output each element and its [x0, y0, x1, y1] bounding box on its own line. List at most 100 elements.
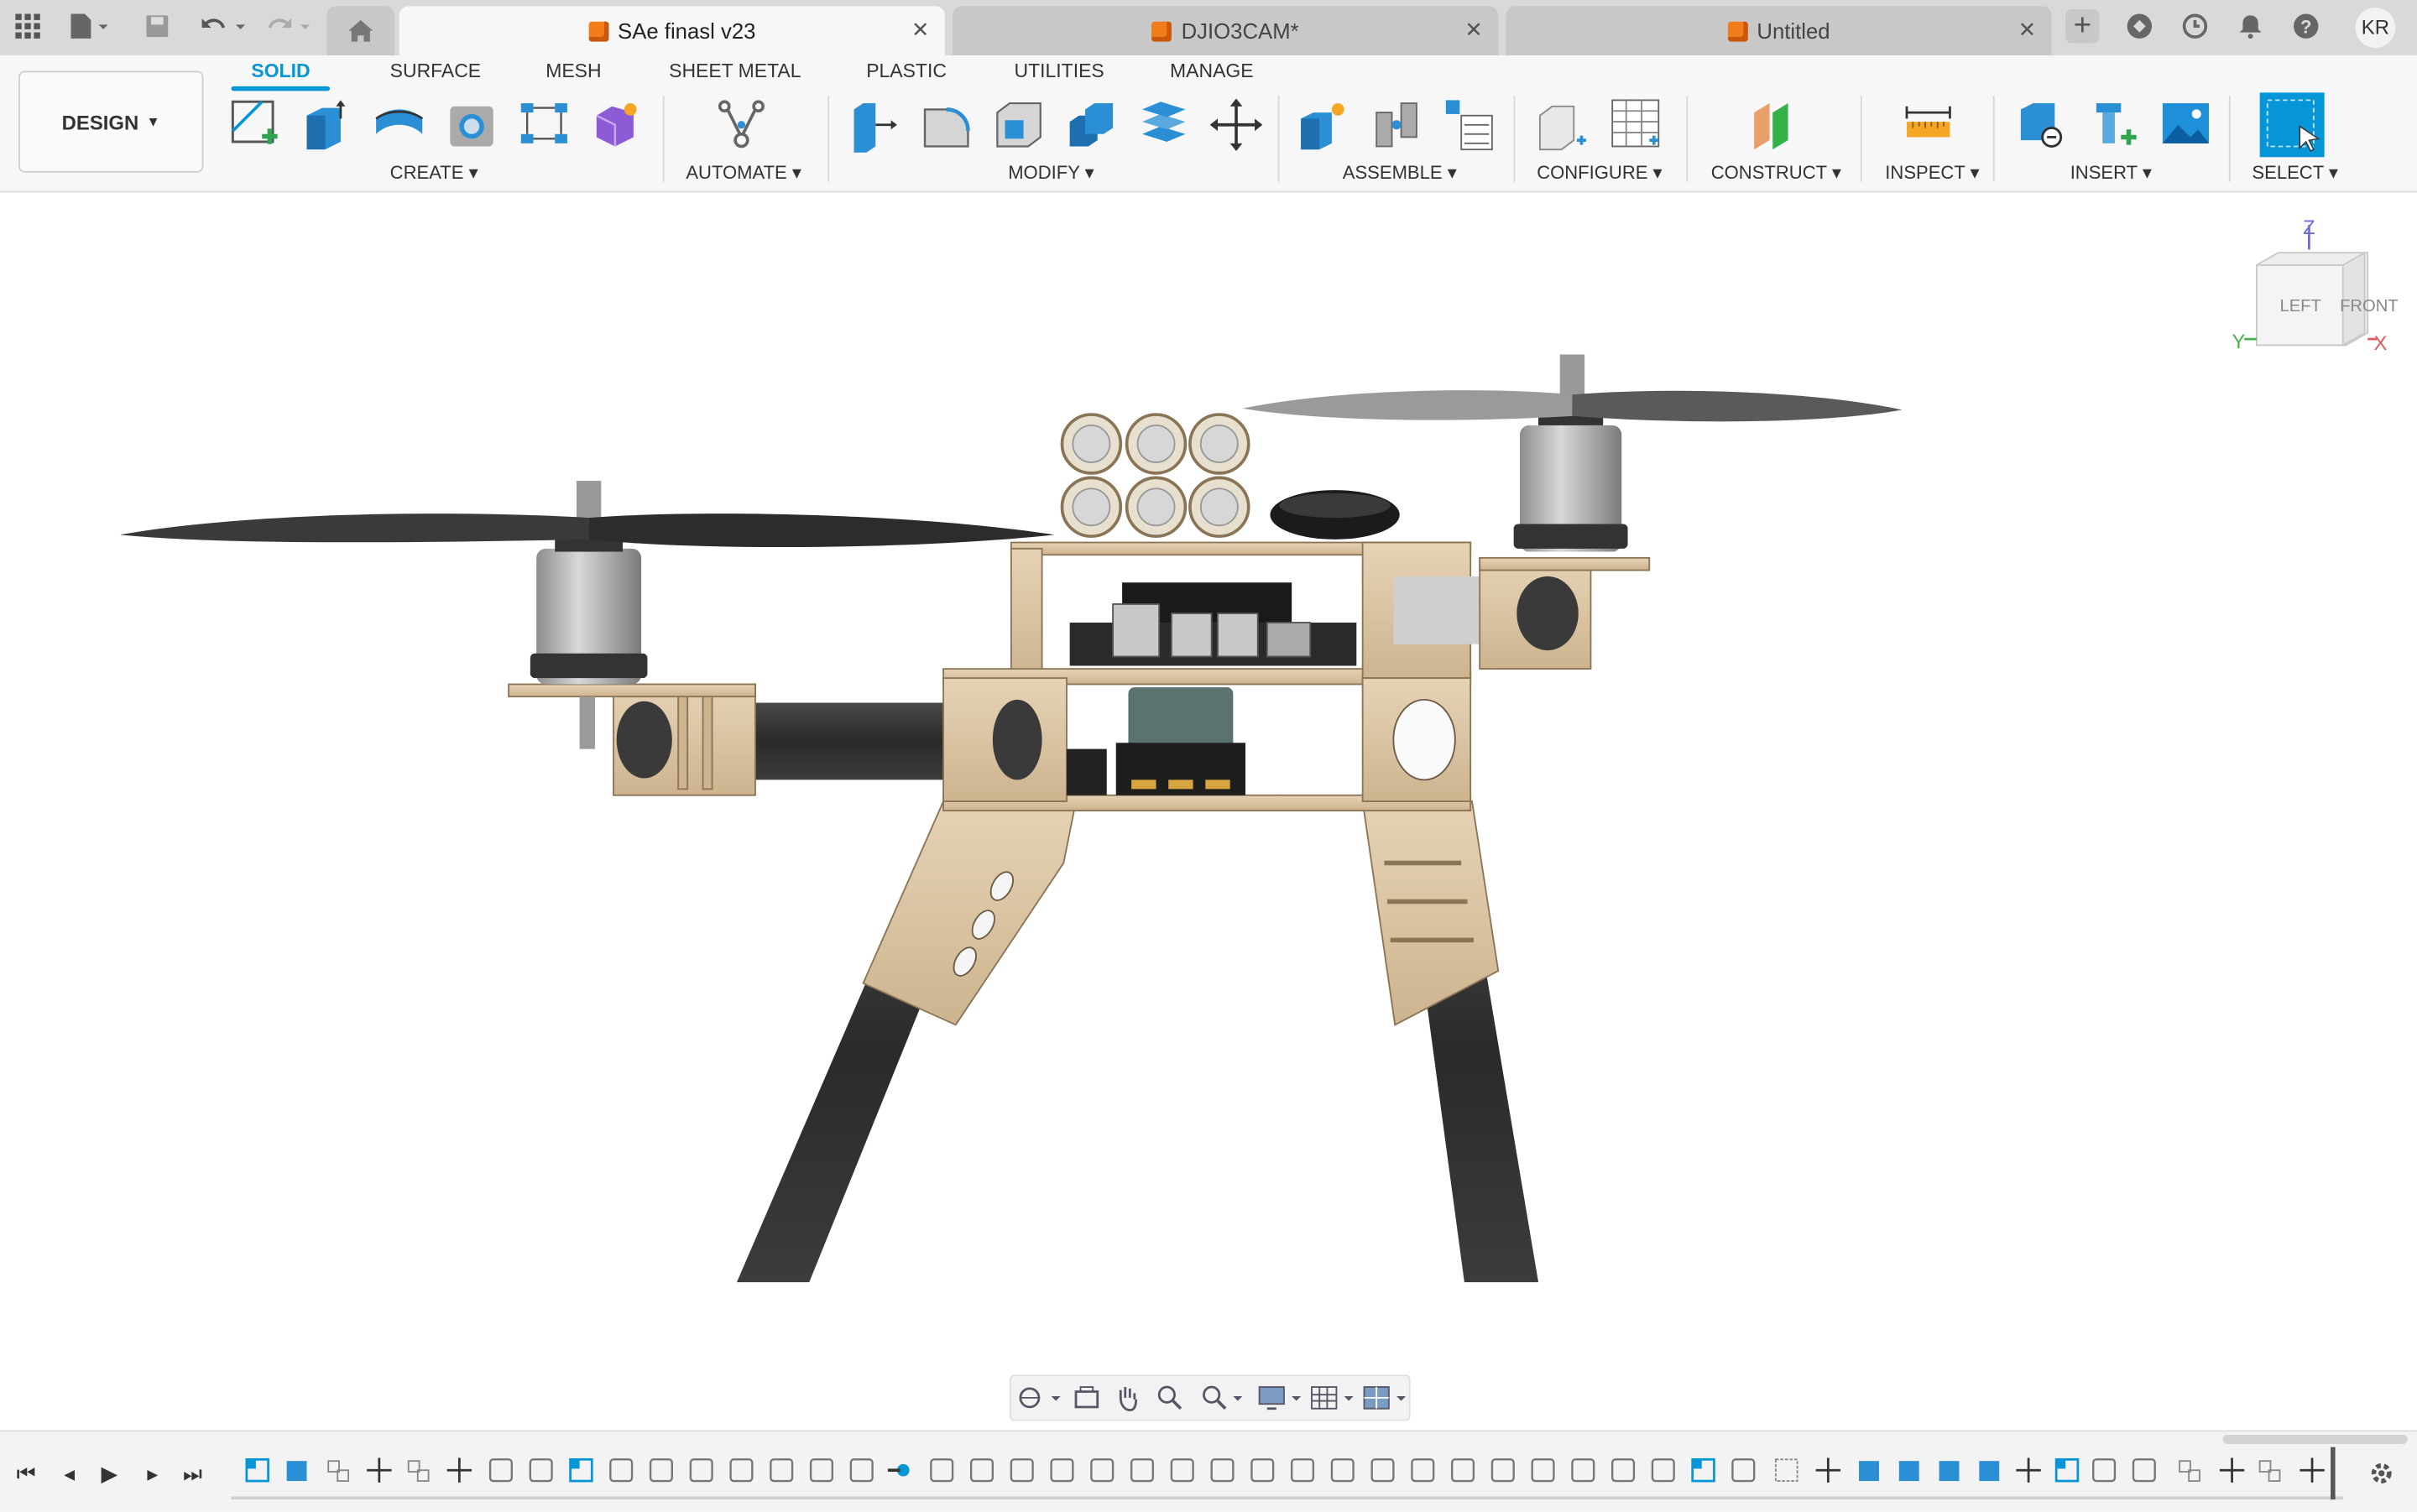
viewports-icon[interactable] — [1363, 1384, 1409, 1411]
timeline-settings-gear-icon[interactable] — [2367, 1459, 2395, 1487]
tab-solid[interactable]: SOLID — [251, 60, 310, 82]
insert-mcmaster-icon[interactable] — [2087, 97, 2139, 153]
workspace-switcher[interactable]: DESIGN ▼ — [18, 70, 204, 173]
graphics-canvas[interactable] — [0, 192, 2417, 1426]
timeline-features[interactable] — [243, 1455, 2355, 1489]
undo-icon[interactable] — [197, 13, 253, 44]
create-menu[interactable]: CREATE ▾ — [390, 162, 478, 184]
configuration-table-icon[interactable] — [1610, 97, 1662, 153]
step-back-icon[interactable]: ◂ — [55, 1459, 83, 1487]
file-menu-icon[interactable] — [68, 13, 108, 44]
bill-of-materials-icon[interactable] — [1443, 97, 1495, 153]
select-menu[interactable]: SELECT ▾ — [2252, 162, 2338, 184]
modify-menu[interactable]: MODIFY ▾ — [1008, 162, 1094, 184]
step-forward-icon[interactable]: ▸ — [138, 1459, 166, 1487]
viewcube-front-label[interactable]: FRONT — [2340, 297, 2399, 315]
display-settings-icon[interactable] — [1258, 1384, 1304, 1411]
insert-canvas-icon[interactable] — [2159, 97, 2211, 153]
tab-label: SAe finasl v23 — [618, 18, 756, 44]
fillet-icon[interactable] — [921, 97, 973, 153]
joint-feature-icon — [407, 1460, 430, 1482]
tab-sheet-metal[interactable]: SHEET METAL — [669, 60, 801, 82]
save-icon[interactable] — [142, 13, 173, 44]
home-tab[interactable] — [326, 6, 395, 56]
tab-document-untitled[interactable]: Untitled ✕ — [1506, 6, 2052, 56]
create-sketch-icon[interactable] — [228, 97, 280, 153]
close-tab-icon[interactable]: ✕ — [911, 17, 930, 43]
automate-menu[interactable]: AUTOMATE ▾ — [686, 162, 801, 184]
close-tab-icon[interactable]: ✕ — [2018, 17, 2037, 43]
revolve-icon[interactable] — [373, 97, 425, 153]
automate-icon[interactable] — [715, 97, 767, 153]
chevron-down-icon: ▼ — [146, 113, 160, 130]
insert-menu[interactable]: INSERT ▾ — [2070, 162, 2152, 184]
redo-icon[interactable] — [262, 13, 317, 44]
new-tab-button[interactable]: + — [2065, 9, 2100, 44]
viewcube[interactable]: LEFT FRONT Z X Y — [2229, 216, 2399, 370]
tab-document-sae[interactable]: SAe finasl v23 ✕ — [399, 6, 945, 56]
tab-utilities[interactable]: UTILITIES — [1015, 60, 1104, 82]
viewcube-left-label[interactable]: LEFT — [2279, 297, 2320, 315]
go-to-end-icon[interactable]: ⏭ — [179, 1459, 206, 1487]
configure-menu[interactable]: CONFIGURE ▾ — [1537, 162, 1662, 184]
app-grid-icon[interactable] — [13, 13, 44, 44]
landing-leg-right[interactable] — [1361, 800, 1539, 1283]
joint-icon[interactable] — [1370, 97, 1423, 153]
press-pull-icon[interactable] — [848, 97, 900, 153]
motor-right[interactable] — [1513, 354, 1628, 552]
offset-face-icon[interactable] — [1137, 97, 1189, 153]
tab-document-djio3cam[interactable]: DJIO3CAM* ✕ — [953, 6, 1499, 56]
extensions-icon[interactable] — [2124, 13, 2155, 44]
help-icon[interactable]: ? — [2290, 13, 2321, 44]
grid-settings-icon[interactable] — [1310, 1384, 1356, 1411]
shell-icon[interactable] — [993, 97, 1045, 153]
tab-manage[interactable]: MANAGE — [1170, 60, 1254, 82]
motor-left[interactable] — [530, 481, 648, 685]
drone-model-viewport[interactable] — [0, 193, 2417, 1426]
workspace-label: DESIGN — [61, 110, 139, 133]
notifications-icon[interactable] — [2235, 13, 2266, 44]
tab-plastic[interactable]: PLASTIC — [866, 60, 947, 82]
gps-module[interactable] — [1270, 490, 1400, 540]
camera-module[interactable] — [1115, 687, 1246, 795]
move-feature-icon — [2300, 1457, 2325, 1483]
close-tab-icon[interactable]: ✕ — [1464, 17, 1483, 43]
zoom-icon[interactable] — [1156, 1384, 1184, 1411]
tab-surface[interactable]: SURFACE — [390, 60, 481, 82]
inspect-menu[interactable]: INSPECT ▾ — [1885, 162, 1979, 184]
insert-derive-icon[interactable] — [2015, 97, 2067, 153]
tab-label: DJIO3CAM* — [1181, 18, 1299, 44]
landing-leg-left[interactable] — [736, 800, 1078, 1283]
assemble-menu[interactable]: ASSEMBLE ▾ — [1343, 162, 1457, 184]
joint-feature-icon — [2179, 1460, 2200, 1482]
construct-menu[interactable]: CONSTRUCT ▾ — [1711, 162, 1841, 184]
look-at-icon[interactable] — [1073, 1384, 1100, 1411]
play-icon[interactable]: ▶ — [96, 1459, 123, 1487]
tab-mesh[interactable]: MESH — [546, 60, 601, 82]
form-icon[interactable] — [590, 97, 642, 153]
pan-icon[interactable] — [1113, 1384, 1141, 1411]
extrude-icon[interactable] — [300, 97, 352, 153]
separator — [662, 95, 665, 182]
combine-icon[interactable] — [1065, 97, 1117, 153]
timeline-scrollbar[interactable] — [2222, 1434, 2408, 1444]
offset-plane-icon[interactable] — [1748, 97, 1800, 153]
configure-icon[interactable] — [1537, 97, 1589, 153]
job-status-icon[interactable] — [2179, 13, 2211, 44]
measure-icon[interactable] — [1902, 97, 1954, 153]
flight-computer-board[interactable] — [1069, 582, 1357, 666]
design-cube-icon — [588, 20, 609, 41]
hole-icon[interactable] — [446, 97, 498, 153]
separator — [1277, 95, 1280, 182]
battery-cells[interactable] — [1060, 413, 1250, 539]
go-to-start-icon[interactable]: ⏮ — [13, 1459, 40, 1487]
design-cube-icon — [1151, 20, 1172, 41]
move-copy-icon[interactable] — [1209, 97, 1263, 153]
timeline-marker[interactable] — [2331, 1447, 2336, 1500]
fit-icon[interactable] — [1199, 1384, 1245, 1411]
new-component-icon[interactable] — [1298, 97, 1350, 153]
user-avatar[interactable]: KR — [2355, 8, 2396, 48]
pattern-icon[interactable] — [518, 97, 570, 153]
select-icon[interactable] — [2259, 92, 2325, 158]
orbit-icon[interactable] — [1017, 1384, 1063, 1411]
